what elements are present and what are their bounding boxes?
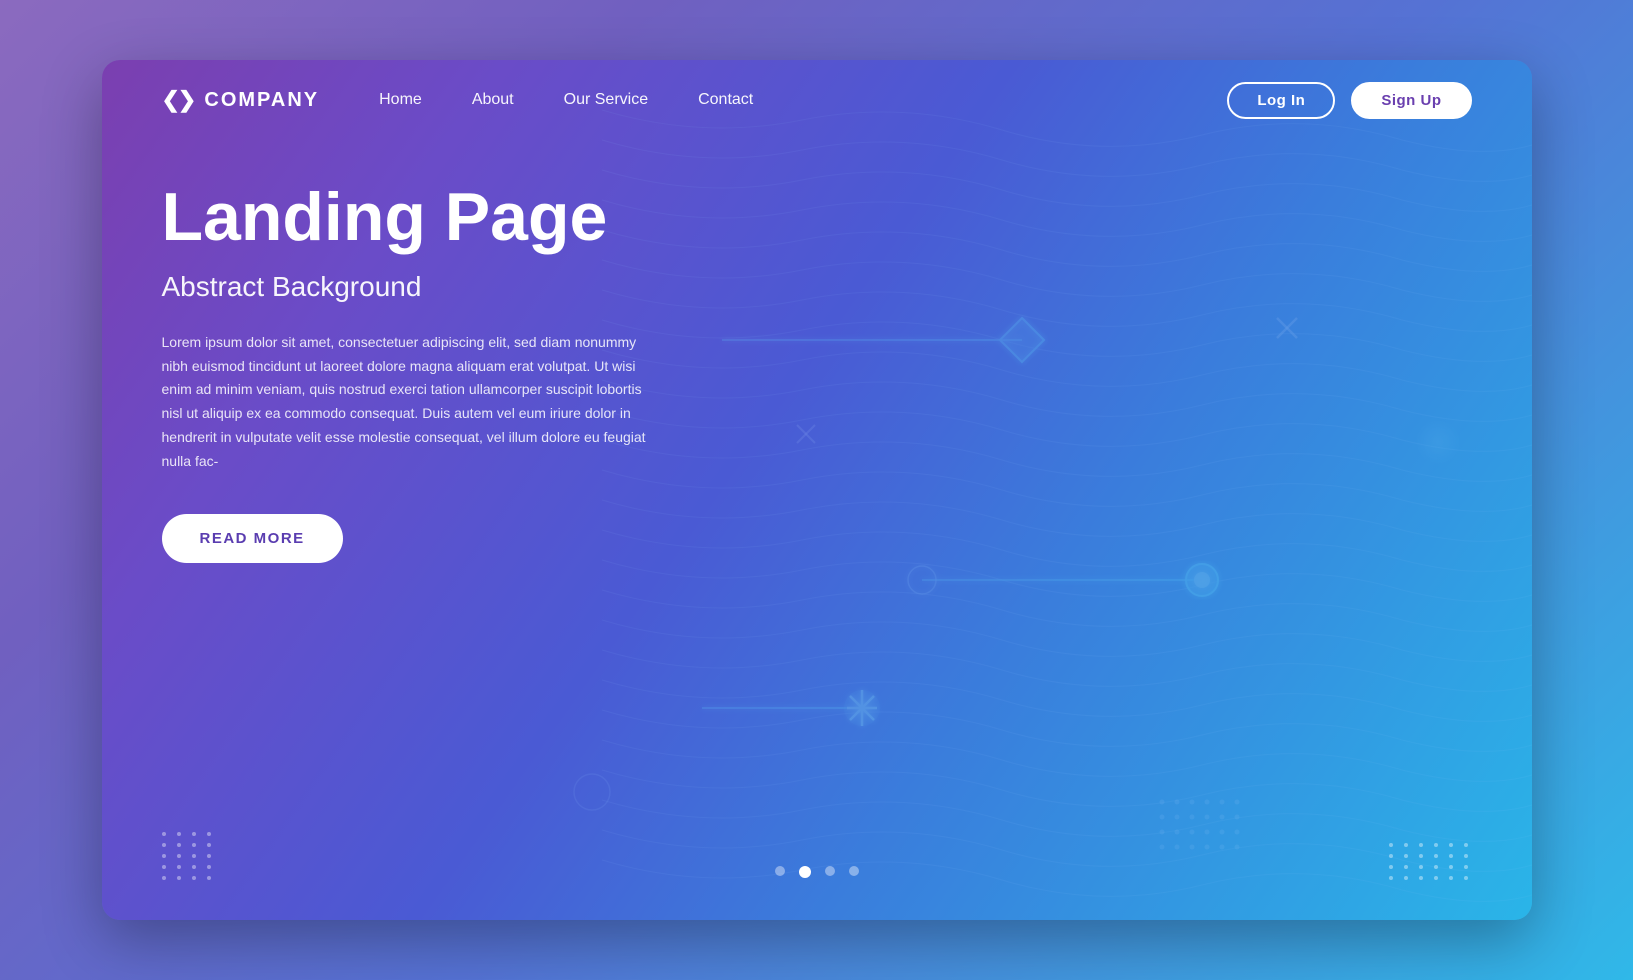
- dot: [192, 843, 196, 847]
- logo-icon: ❮❯: [162, 87, 195, 113]
- dot: [162, 843, 166, 847]
- dot: [1434, 854, 1438, 858]
- slider-dot-2[interactable]: [825, 866, 835, 876]
- read-more-button[interactable]: READ MORE: [162, 514, 343, 563]
- dot: [1464, 865, 1468, 869]
- dot: [207, 876, 211, 880]
- dot: [192, 832, 196, 836]
- hero-content: Landing Page Abstract Background Lorem i…: [162, 180, 702, 563]
- navbar: ❮❯ COMPANY Home About Our Service Contac…: [102, 60, 1532, 140]
- dot: [177, 876, 181, 880]
- nav-link-contact[interactable]: Contact: [698, 91, 753, 109]
- dot: [1404, 854, 1408, 858]
- hero-body: Lorem ipsum dolor sit amet, consectetuer…: [162, 331, 652, 474]
- landing-page-wrapper: ❮❯ COMPANY Home About Our Service Contac…: [102, 60, 1532, 920]
- dot: [1449, 865, 1453, 869]
- dot: [1419, 876, 1423, 880]
- dot: [162, 854, 166, 858]
- dot: [1434, 876, 1438, 880]
- slider-dot-1[interactable]: [799, 866, 811, 878]
- nav-links: Home About Our Service Contact: [379, 91, 1227, 109]
- dot: [207, 832, 211, 836]
- dot: [162, 865, 166, 869]
- dot: [1434, 865, 1438, 869]
- dot: [1389, 876, 1393, 880]
- signup-button[interactable]: Sign Up: [1351, 82, 1471, 119]
- dot: [1404, 843, 1408, 847]
- dot: [1464, 876, 1468, 880]
- dot: [1464, 843, 1468, 847]
- dot: [162, 832, 166, 836]
- dot: [1389, 865, 1393, 869]
- decorative-dots-right: [1389, 843, 1472, 880]
- slider-dot-0[interactable]: [775, 866, 785, 876]
- dot: [1389, 843, 1393, 847]
- hero-subtitle: Abstract Background: [162, 271, 702, 303]
- dot: [177, 854, 181, 858]
- dot: [177, 865, 181, 869]
- nav-link-home[interactable]: Home: [379, 91, 422, 109]
- nav-link-service[interactable]: Our Service: [564, 91, 648, 109]
- dot: [177, 843, 181, 847]
- dot: [1419, 843, 1423, 847]
- dot: [1419, 854, 1423, 858]
- dot: [177, 832, 181, 836]
- dot: [1449, 876, 1453, 880]
- dot: [1449, 843, 1453, 847]
- dot: [192, 876, 196, 880]
- dot: [192, 854, 196, 858]
- hero-title: Landing Page: [162, 180, 702, 255]
- nav-actions: Log In Sign Up: [1227, 82, 1471, 119]
- dot: [1449, 854, 1453, 858]
- logo-area: ❮❯ COMPANY: [162, 87, 320, 113]
- slider-dot-3[interactable]: [849, 866, 859, 876]
- decorative-dots-left: [162, 832, 215, 880]
- dot: [1464, 854, 1468, 858]
- dot: [207, 865, 211, 869]
- dot: [207, 854, 211, 858]
- login-button[interactable]: Log In: [1227, 82, 1335, 119]
- dot: [207, 843, 211, 847]
- nav-link-about[interactable]: About: [472, 91, 514, 109]
- dot: [1404, 876, 1408, 880]
- dot: [192, 865, 196, 869]
- slider-dots: [775, 866, 859, 878]
- dot: [1434, 843, 1438, 847]
- dot: [1419, 865, 1423, 869]
- dot: [162, 876, 166, 880]
- logo-text: COMPANY: [204, 89, 319, 112]
- dot: [1404, 865, 1408, 869]
- dot: [1389, 854, 1393, 858]
